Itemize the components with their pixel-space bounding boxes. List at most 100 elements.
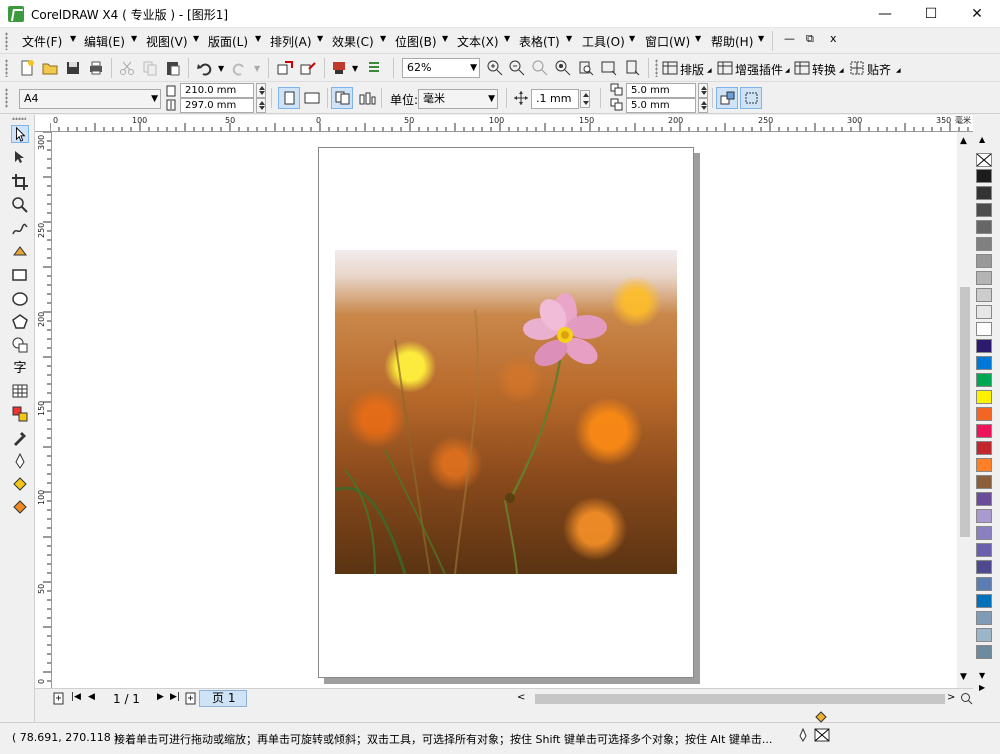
drawing-canvas[interactable] (52, 132, 957, 688)
chevron-down-icon[interactable]: ▼ (193, 34, 199, 43)
paste-icon[interactable] (164, 59, 182, 77)
toolbar-grip[interactable] (655, 59, 658, 77)
page-height-field[interactable]: 297.0 mm (180, 98, 254, 113)
nudge-distance-field[interactable]: .1 mm (531, 89, 579, 109)
chevron-down-icon[interactable]: ▼ (131, 34, 137, 43)
menu-bitmaps[interactable]: 位图(B) (395, 33, 437, 50)
color-swatch[interactable] (976, 356, 992, 370)
color-swatch[interactable] (976, 645, 992, 659)
color-swatch[interactable] (976, 186, 992, 200)
toolbox-grip[interactable] (12, 117, 26, 120)
color-swatch[interactable] (976, 458, 992, 472)
chevron-down-icon[interactable]: ▼ (380, 34, 386, 43)
units-select[interactable]: 毫米 ▼ (418, 89, 498, 109)
scroll-up-arrow-icon[interactable]: ▲ (960, 136, 967, 146)
undo-icon[interactable] (196, 59, 214, 77)
color-swatch[interactable] (976, 237, 992, 251)
interactive-fill-tool-icon[interactable] (11, 498, 29, 516)
interactive-blend-tool-icon[interactable] (11, 405, 29, 423)
scroll-left-arrow-icon[interactable]: < (517, 692, 525, 703)
duplicate-x-field[interactable]: 5.0 mm (626, 83, 696, 98)
draw-object-bounds-button[interactable] (740, 87, 762, 109)
maximize-button[interactable]: ☐ (908, 0, 954, 28)
menu-layout[interactable]: 版面(L) (208, 33, 248, 50)
open-folder-icon[interactable] (41, 59, 59, 77)
color-swatch[interactable] (976, 322, 992, 336)
scroll-right-arrow-icon[interactable]: > (947, 692, 955, 703)
minimize-button[interactable]: — (862, 0, 908, 28)
color-swatch[interactable] (976, 203, 992, 217)
application-launcher-icon[interactable] (331, 59, 349, 77)
portrait-button[interactable] (278, 87, 300, 109)
chevron-down-icon[interactable]: ▼ (442, 34, 448, 43)
zoom-to-selected-icon[interactable] (531, 59, 549, 77)
duplicate-y-spinner[interactable] (698, 98, 708, 113)
next-page-icon[interactable]: ▶ (157, 692, 164, 702)
ellipse-tool-icon[interactable] (11, 290, 29, 308)
chevron-down-icon[interactable]: ▼ (695, 34, 701, 43)
palette-scroll-down-icon[interactable]: ▼ (979, 671, 985, 680)
navigator-zoom-icon[interactable] (960, 692, 973, 705)
layout-icon[interactable] (661, 59, 679, 77)
treat-as-filled-button[interactable] (716, 87, 738, 109)
chevron-down-icon[interactable]: ◢ (839, 67, 844, 74)
crop-tool-icon[interactable] (11, 173, 29, 191)
chevron-down-icon[interactable]: ◢ (707, 67, 712, 74)
snap-button-label[interactable]: 贴齐 (867, 61, 891, 78)
freehand-tool-icon[interactable] (11, 220, 29, 238)
flower-photo[interactable] (335, 250, 677, 574)
toolbar-grip[interactable] (5, 88, 8, 108)
chevron-down-icon[interactable]: ▼ (629, 34, 635, 43)
add-page-before-icon[interactable] (53, 692, 65, 705)
document-minimize-button[interactable]: — (784, 32, 795, 45)
scroll-down-arrow-icon[interactable]: ▼ (960, 672, 967, 682)
chevron-down-icon[interactable]: ▼ (255, 34, 261, 43)
color-swatch[interactable] (976, 407, 992, 421)
color-swatch[interactable] (976, 220, 992, 234)
color-swatch[interactable] (976, 475, 992, 489)
zoom-in-icon[interactable] (486, 59, 504, 77)
chevron-down-icon[interactable]: ▼ (70, 34, 76, 43)
toolbar-grip[interactable] (5, 59, 8, 77)
outline-pen-tool-icon[interactable] (11, 452, 29, 470)
menu-arrange[interactable]: 排列(A) (270, 33, 312, 50)
zoom-to-page-height-icon[interactable] (623, 59, 641, 77)
color-swatch[interactable] (976, 441, 992, 455)
fill-tool-icon[interactable] (11, 475, 29, 493)
color-swatch[interactable] (976, 492, 992, 506)
menu-tools[interactable]: 工具(O) (582, 33, 625, 50)
menu-help[interactable]: 帮助(H) (711, 33, 753, 50)
chevron-down-icon[interactable]: ▼ (758, 34, 764, 43)
color-swatch[interactable] (976, 509, 992, 523)
eyedropper-tool-icon[interactable] (11, 429, 29, 447)
no-color-swatch[interactable] (976, 153, 992, 167)
color-swatch[interactable] (976, 305, 992, 319)
page-width-spinner[interactable] (256, 83, 266, 98)
palette-scroll-up-icon[interactable]: ▲ (979, 135, 985, 144)
menu-file[interactable]: 文件(F) (22, 33, 62, 50)
menu-edit[interactable]: 编辑(E) (84, 33, 125, 50)
cut-icon[interactable] (118, 59, 136, 77)
color-swatch[interactable] (976, 560, 992, 574)
convert-icon[interactable] (793, 59, 811, 77)
color-swatch[interactable] (976, 169, 992, 183)
redo-icon[interactable] (230, 59, 248, 77)
no-fill-swatch-icon[interactable] (814, 728, 830, 742)
vertical-scroll-thumb[interactable] (960, 287, 970, 537)
layout-button-label[interactable]: 排版 (680, 61, 704, 78)
convert-button-label[interactable]: 转换 (812, 61, 836, 78)
all-pages-button[interactable] (331, 87, 353, 109)
export-icon[interactable] (299, 59, 317, 77)
color-swatch[interactable] (976, 543, 992, 557)
smart-fill-tool-icon[interactable] (11, 243, 29, 261)
chevron-down-icon[interactable]: ▼ (352, 64, 358, 73)
plugins-button-label[interactable]: 增强插件 (735, 61, 783, 78)
color-swatch[interactable] (976, 628, 992, 642)
chevron-down-icon[interactable]: ◢ (785, 67, 790, 74)
add-page-after-icon[interactable] (185, 692, 197, 705)
color-swatch[interactable] (976, 390, 992, 404)
rectangle-tool-icon[interactable] (11, 266, 29, 284)
menu-view[interactable]: 视图(V) (146, 33, 188, 50)
palette-expand-icon[interactable]: ▶ (979, 683, 985, 692)
chevron-down-icon[interactable]: ▼ (218, 64, 224, 73)
